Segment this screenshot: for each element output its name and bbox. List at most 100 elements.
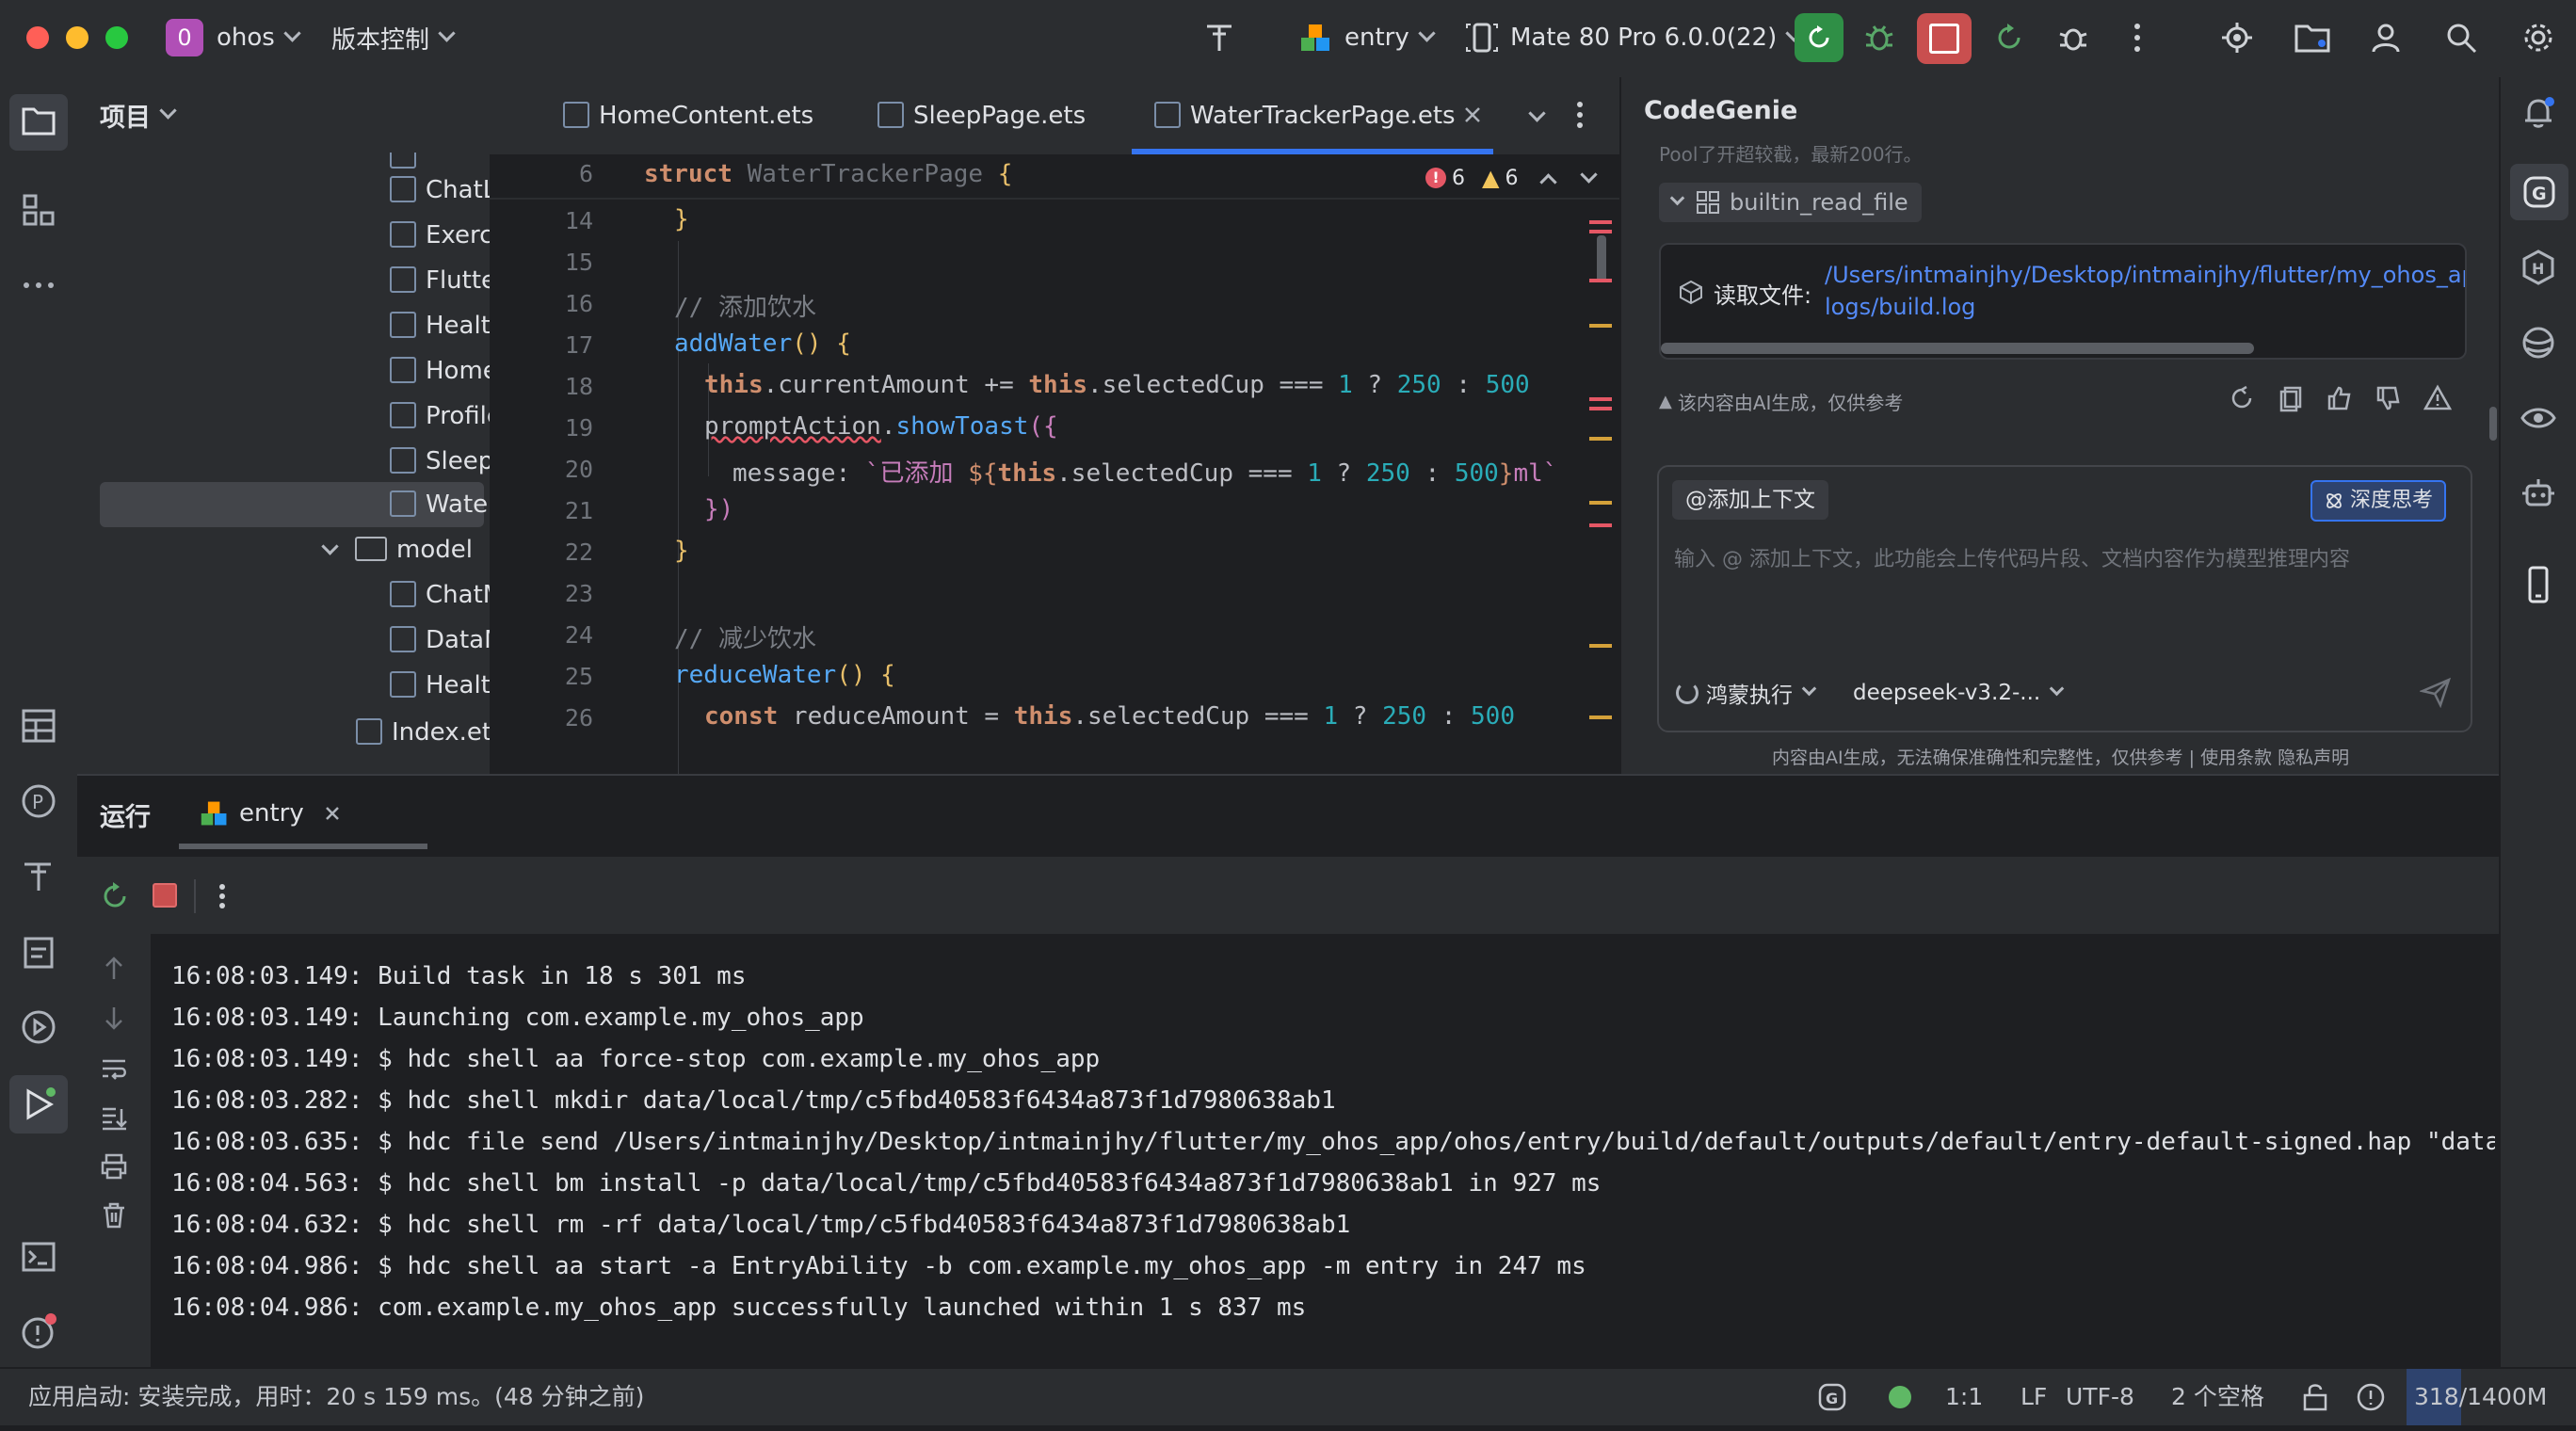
editor-scrollbar-thumb[interactable] bbox=[1597, 235, 1606, 282]
error-marker[interactable] bbox=[1589, 523, 1612, 527]
services-button[interactable] bbox=[19, 1007, 58, 1047]
indent-setting[interactable]: 2 个空格 bbox=[2171, 1369, 2264, 1425]
stop-icon[interactable] bbox=[153, 883, 177, 908]
harmony-icon[interactable]: H bbox=[2520, 249, 2557, 286]
tab-options-button[interactable] bbox=[1574, 100, 1589, 130]
notifications-icon[interactable] bbox=[2520, 94, 2557, 132]
project-tool-button[interactable] bbox=[9, 94, 68, 151]
layout-inspector-button[interactable] bbox=[19, 706, 58, 746]
device-manager-button[interactable] bbox=[2218, 19, 2256, 56]
inspection-widget[interactable]: ! 6 ▲ 6 bbox=[1425, 164, 1599, 192]
file-path-link[interactable]: logs/build.log bbox=[1825, 294, 1975, 320]
tree-item[interactable]: ChatM bbox=[390, 574, 490, 616]
warning-marker[interactable] bbox=[1589, 437, 1612, 441]
tree-item[interactable]: Profile bbox=[390, 395, 490, 437]
chevron-up-icon[interactable] bbox=[1539, 172, 1558, 191]
run-tool-button[interactable] bbox=[9, 1075, 68, 1134]
codegenie-tool-button[interactable]: G bbox=[2510, 164, 2568, 220]
tool-call-chip[interactable]: builtin_read_file bbox=[1659, 183, 1922, 222]
vcs-menu[interactable]: 版本控制 bbox=[331, 17, 456, 58]
tree-item[interactable]: Index.ets bbox=[356, 712, 490, 753]
tree-item-folder[interactable]: model bbox=[321, 529, 473, 571]
error-marker[interactable] bbox=[1589, 407, 1612, 410]
arkts-icon[interactable] bbox=[1201, 19, 1239, 56]
chevron-down-icon[interactable] bbox=[1580, 165, 1599, 184]
caret-position[interactable]: 1:1 bbox=[1945, 1369, 1983, 1425]
problems-status-icon[interactable] bbox=[2356, 1382, 2386, 1412]
memory-indicator[interactable]: 318/1400M bbox=[2414, 1369, 2547, 1425]
robot-icon[interactable] bbox=[2520, 474, 2557, 512]
preview-icon[interactable] bbox=[2520, 399, 2557, 437]
horizontal-scrollbar-thumb[interactable] bbox=[1661, 343, 2254, 354]
unlock-icon[interactable] bbox=[2301, 1382, 2329, 1412]
close-window-button[interactable] bbox=[26, 26, 49, 49]
thumbs-up-icon[interactable] bbox=[2326, 384, 2354, 412]
run-tab-entry[interactable]: entry bbox=[200, 795, 344, 832]
model-selector[interactable]: deepseek-v3.2-... bbox=[1853, 678, 2065, 708]
more-tools-button[interactable] bbox=[19, 265, 58, 305]
account-button[interactable] bbox=[2367, 19, 2405, 56]
settings-button[interactable] bbox=[2520, 19, 2557, 56]
profiler-button[interactable]: P bbox=[19, 781, 58, 821]
file-path-link[interactable]: /Users/intmainjhy/Desktop/intmainjhy/flu… bbox=[1825, 262, 2465, 288]
chat-input-field[interactable]: 输入 @ 添加上下文，此功能会上传代码片段、文档内容作为模型推理内容 bbox=[1674, 542, 2446, 572]
tree-item[interactable]: Exerci bbox=[390, 215, 490, 256]
tree-item[interactable]: Flutter bbox=[390, 260, 490, 301]
apply-changes-button[interactable] bbox=[1990, 19, 2028, 56]
terminal-button[interactable] bbox=[19, 1237, 58, 1277]
tree-item[interactable]: Water bbox=[390, 484, 490, 525]
more-actions-button[interactable] bbox=[2118, 19, 2156, 56]
debug-button[interactable] bbox=[1860, 19, 1898, 56]
error-marker[interactable] bbox=[1589, 279, 1612, 282]
minimize-window-button[interactable] bbox=[66, 26, 89, 49]
error-marker[interactable] bbox=[1589, 397, 1612, 401]
scroll-to-end-icon[interactable] bbox=[100, 1103, 128, 1132]
warning-marker[interactable] bbox=[1589, 501, 1612, 505]
trash-icon[interactable] bbox=[100, 1201, 128, 1230]
tree-item[interactable]: Health bbox=[390, 305, 490, 346]
arrow-down-icon[interactable] bbox=[100, 1004, 128, 1032]
device-selector[interactable]: Mate 80 Pro 6.0.0(22) bbox=[1465, 17, 1803, 58]
codegenie-status-icon[interactable]: G bbox=[1817, 1382, 1847, 1412]
warning-marker[interactable] bbox=[1589, 644, 1612, 648]
arrow-up-icon[interactable] bbox=[100, 955, 128, 983]
search-button[interactable] bbox=[2442, 19, 2480, 56]
thumbs-down-icon[interactable] bbox=[2375, 384, 2403, 412]
warning-marker[interactable] bbox=[1589, 716, 1612, 719]
report-icon[interactable] bbox=[2423, 384, 2452, 412]
project-view-selector[interactable]: 项目 bbox=[100, 94, 177, 136]
error-marker[interactable] bbox=[1589, 230, 1612, 233]
refresh-icon[interactable] bbox=[2228, 384, 2256, 412]
tab-water-tracker[interactable]: WaterTrackerPage.ets bbox=[1154, 77, 1456, 154]
rerun-icon[interactable] bbox=[98, 879, 132, 913]
more-vertical-icon[interactable] bbox=[217, 879, 228, 913]
tree-item[interactable]: DataM bbox=[390, 619, 490, 661]
tree-item[interactable]: Sleep bbox=[390, 441, 490, 482]
line-ending[interactable]: LF bbox=[2021, 1369, 2047, 1425]
todo-button[interactable] bbox=[19, 932, 58, 972]
deep-think-toggle[interactable]: 深度思考 bbox=[2310, 480, 2447, 522]
error-marker[interactable] bbox=[1589, 220, 1612, 224]
code-editor[interactable]: 6 struct WaterTrackerPage { ! 6 ▲ 6 14 1… bbox=[490, 154, 1619, 774]
chat-scrollbar-thumb[interactable] bbox=[2489, 407, 2497, 441]
project-structure-button[interactable] bbox=[2294, 19, 2331, 56]
database-icon[interactable] bbox=[2520, 324, 2557, 362]
mode-selector[interactable]: 鸿蒙执行 bbox=[1676, 678, 1817, 708]
tab-home-content[interactable]: HomeContent.ets bbox=[563, 77, 813, 154]
status-message[interactable]: 应用启动: 安装完成，用时：20 s 159 ms。(48 分钟之前) bbox=[28, 1369, 644, 1425]
tab-sleep-page[interactable]: SleepPage.ets bbox=[877, 77, 1086, 154]
tab-list-button[interactable] bbox=[1525, 102, 1552, 128]
copy-icon[interactable] bbox=[2277, 384, 2305, 412]
device-phone-icon[interactable] bbox=[2520, 565, 2557, 604]
tree-item[interactable]: ChatL bbox=[390, 169, 490, 211]
rerun-button[interactable] bbox=[1795, 13, 1843, 62]
project-selector[interactable]: 0 ohos bbox=[166, 17, 301, 58]
stop-button[interactable] bbox=[1917, 13, 1972, 64]
zoom-window-button[interactable] bbox=[105, 26, 128, 49]
add-context-button[interactable]: @添加上下文 bbox=[1672, 480, 1828, 520]
attach-debugger-button[interactable] bbox=[2054, 19, 2092, 56]
soft-wrap-icon[interactable] bbox=[100, 1054, 128, 1083]
tree-item[interactable]: Home bbox=[390, 350, 490, 392]
run-config-selector[interactable]: entry bbox=[1299, 17, 1436, 58]
structure-tool-button[interactable] bbox=[19, 190, 58, 230]
